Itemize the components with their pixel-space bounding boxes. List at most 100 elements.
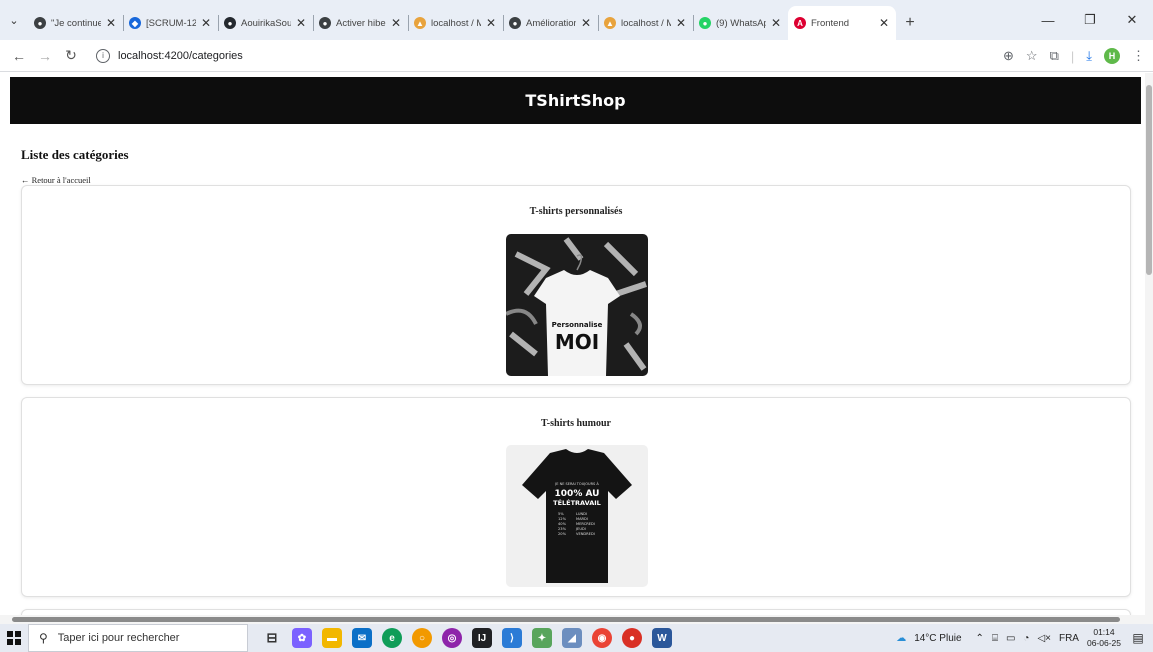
profile-avatar[interactable]: H bbox=[1104, 48, 1120, 64]
category-card[interactable]: T-shirts humour JE NE SERAI TOUJOURS À 1… bbox=[21, 397, 1131, 597]
tab-favicon-icon: ▲ bbox=[604, 17, 616, 29]
reload-icon[interactable]: ↻ bbox=[58, 43, 84, 69]
tab-close-icon[interactable]: ✕ bbox=[878, 16, 890, 30]
vertical-scrollbar[interactable] bbox=[1145, 73, 1153, 615]
tab-favicon-icon: ● bbox=[34, 17, 46, 29]
tab-favicon-icon: A bbox=[794, 17, 806, 29]
tab-close-icon[interactable]: ✕ bbox=[770, 16, 782, 30]
weather-icon[interactable]: ☁ bbox=[896, 633, 906, 644]
tab-close-icon[interactable]: ✕ bbox=[390, 16, 402, 30]
tab-close-icon[interactable]: ✕ bbox=[200, 16, 212, 30]
tab-separator bbox=[598, 15, 599, 31]
category-name: T-shirts personnalisés bbox=[529, 206, 623, 217]
mail-icon[interactable]: ✉ bbox=[352, 628, 372, 648]
address-bar: ← → ↻ i localhost:4200/categories ⊕ ☆ ⧉ … bbox=[0, 40, 1153, 72]
network-icon[interactable]: ⌸ bbox=[992, 633, 998, 644]
chevron-up-icon[interactable]: ⌃ bbox=[976, 633, 984, 644]
schedule-day: MERCREDI bbox=[576, 522, 595, 526]
url-text: localhost:4200/categories bbox=[118, 49, 243, 62]
tshirt-text-small: Personnalise bbox=[552, 321, 603, 329]
browser-tab[interactable]: ● "Je continue ✕ bbox=[28, 6, 123, 40]
schedule-day: LUNDI bbox=[576, 512, 587, 516]
kebab-menu-icon[interactable]: ⋮ bbox=[1132, 48, 1145, 64]
horizontal-scrollbar[interactable] bbox=[0, 615, 1153, 624]
windows-start-icon[interactable] bbox=[0, 624, 28, 652]
tab-close-icon[interactable]: ✕ bbox=[295, 16, 307, 30]
edge-icon[interactable]: e bbox=[382, 628, 402, 648]
site-header: TShirtShop bbox=[10, 77, 1141, 124]
schedule-day: JEUDI bbox=[575, 527, 586, 531]
weather-text[interactable]: 14°C Pluie bbox=[914, 633, 961, 644]
browser-tab[interactable]: A Frontend ✕ bbox=[788, 6, 896, 40]
tab-close-icon[interactable]: ✕ bbox=[485, 16, 497, 30]
vertical-scroll-thumb[interactable] bbox=[1146, 85, 1152, 275]
new-tab-button[interactable]: + bbox=[896, 6, 924, 40]
schedule-percent: 40% bbox=[558, 522, 567, 526]
browser-tab[interactable]: ● Amélioration ✕ bbox=[503, 6, 598, 40]
system-tray: ☁ 14°C Pluie ⌃ ⌸ ▭ ◔ ◁× FRA 01:14 06-06-… bbox=[896, 624, 1153, 652]
browser-tab[interactable]: ◆ [SCRUM-12] ✕ bbox=[123, 6, 218, 40]
app-icon[interactable]: ✦ bbox=[532, 628, 552, 648]
tab-close-icon[interactable]: ✕ bbox=[675, 16, 687, 30]
file-explorer-icon[interactable]: ▬ bbox=[322, 628, 342, 648]
copilot-icon[interactable]: ✿ bbox=[292, 628, 312, 648]
tab-close-icon[interactable]: ✕ bbox=[105, 16, 117, 30]
browser-tab[interactable]: ● (9) WhatsApp ✕ bbox=[693, 6, 788, 40]
minimize-icon[interactable]: — bbox=[1027, 0, 1069, 40]
clock-date: 06-06-25 bbox=[1086, 638, 1121, 648]
schedule-day: VENDREDI bbox=[576, 532, 595, 536]
tab-label: "Je continue bbox=[51, 17, 101, 29]
tab-separator bbox=[408, 15, 409, 31]
tshirt-text-big2: TÉLÉTRAVAIL bbox=[553, 498, 601, 507]
word-icon[interactable]: W bbox=[652, 628, 672, 648]
star-icon[interactable]: ☆ bbox=[1026, 48, 1038, 64]
schedule-percent: 23% bbox=[558, 527, 567, 531]
tab-label: Activer hiber bbox=[336, 17, 386, 29]
zoom-icon[interactable]: ⊕ bbox=[1003, 48, 1014, 64]
volume-icon[interactable]: ◁× bbox=[1037, 633, 1051, 644]
horizontal-scroll-thumb[interactable] bbox=[12, 617, 1120, 622]
tab-separator bbox=[693, 15, 694, 31]
language-indicator[interactable]: FRA bbox=[1059, 633, 1079, 644]
back-arrow-icon[interactable]: ← bbox=[6, 43, 32, 69]
page-viewport: TShirtShop Liste des catégories ← Retour… bbox=[0, 73, 1145, 615]
chrome-canary-icon[interactable]: ○ bbox=[412, 628, 432, 648]
intellij-icon[interactable]: IJ bbox=[472, 628, 492, 648]
browser-app-icon[interactable]: ◎ bbox=[442, 628, 462, 648]
taskbar-search[interactable]: ⚲ Taper ici pour rechercher bbox=[28, 624, 248, 652]
tshirt-text-big: 100% AU bbox=[555, 489, 600, 499]
tab-search-chevron-icon[interactable]: ⌄ bbox=[0, 0, 28, 40]
download-icon[interactable]: ⤓ bbox=[1086, 48, 1092, 64]
tab-label: (9) WhatsApp bbox=[716, 17, 766, 29]
schedule-percent: 20% bbox=[558, 532, 567, 536]
site-title: TShirtShop bbox=[525, 91, 626, 110]
tab-favicon-icon: ● bbox=[319, 17, 331, 29]
clock[interactable]: 01:14 06-06-25 bbox=[1087, 627, 1121, 649]
url-field[interactable]: i localhost:4200/categories bbox=[90, 44, 990, 68]
tab-favicon-icon: ● bbox=[699, 17, 711, 29]
browser-tab[interactable]: ▲ localhost / M ✕ bbox=[598, 6, 693, 40]
app-icon-2[interactable]: ◢ bbox=[562, 628, 582, 648]
postman-icon[interactable]: ● bbox=[622, 628, 642, 648]
category-card[interactable]: T-shirts personnalisés Personnalise MOI bbox=[21, 185, 1131, 385]
browser-tab[interactable]: ● Activer hiber ✕ bbox=[313, 6, 408, 40]
battery-icon[interactable]: ▭ bbox=[1006, 633, 1015, 644]
tab-close-icon[interactable]: ✕ bbox=[580, 16, 592, 30]
category-name: T-shirts humour bbox=[541, 418, 611, 429]
close-window-icon[interactable]: ✕ bbox=[1111, 0, 1153, 40]
back-home-link[interactable]: ← Retour à l'accueil bbox=[21, 175, 91, 185]
tab-label: [SCRUM-12] bbox=[146, 17, 196, 29]
vscode-icon[interactable]: ⟩ bbox=[502, 628, 522, 648]
puzzle-icon[interactable]: ⧉ bbox=[1050, 48, 1059, 64]
wifi-icon[interactable]: ◔ bbox=[1023, 633, 1029, 644]
browser-tab[interactable]: ● AouirikaSout ✕ bbox=[218, 6, 313, 40]
site-info-icon[interactable]: i bbox=[96, 48, 110, 63]
browser-tab[interactable]: ▲ localhost / M ✕ bbox=[408, 6, 503, 40]
chrome-icon[interactable]: ◉ bbox=[592, 628, 612, 648]
maximize-icon[interactable]: ❐ bbox=[1069, 0, 1111, 40]
category-image: JE NE SERAI TOUJOURS À 100% AU TÉLÉTRAVA… bbox=[506, 445, 648, 587]
task-view-icon[interactable]: ⊟ bbox=[262, 628, 282, 648]
forward-arrow-icon[interactable]: → bbox=[32, 43, 58, 69]
notifications-icon[interactable]: ▤ bbox=[1129, 629, 1147, 647]
tab-favicon-icon: ◆ bbox=[129, 17, 141, 29]
